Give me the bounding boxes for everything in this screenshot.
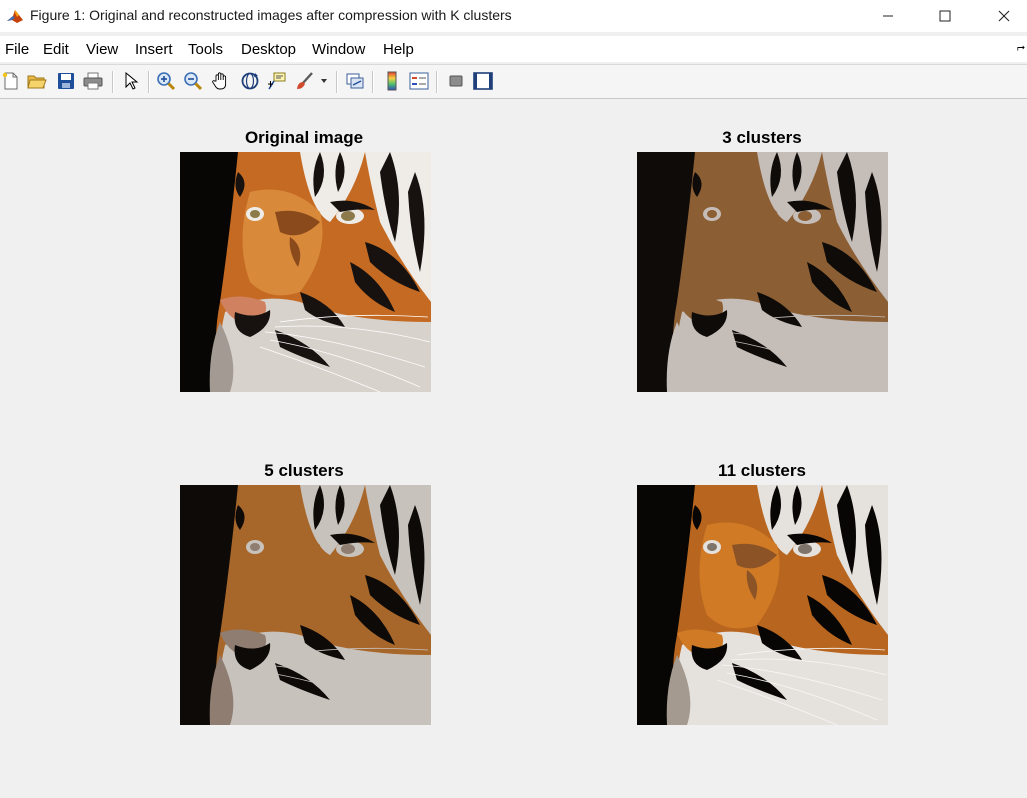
original-image[interactable] [180, 152, 431, 392]
brush-dropdown-button[interactable] [318, 70, 330, 92]
zoom-out-button[interactable] [182, 70, 204, 92]
new-figure-icon [2, 72, 18, 90]
data-cursor-icon [268, 72, 286, 90]
menu-help[interactable]: Help [383, 41, 414, 58]
menu-file[interactable]: File [5, 41, 29, 58]
menu-view[interactable]: View [86, 41, 118, 58]
toolbar-separator [372, 71, 374, 93]
brush-button[interactable] [294, 70, 316, 92]
link-plot-button[interactable] [344, 70, 366, 92]
k3-reconstructed-image[interactable] [637, 152, 888, 392]
menu-tools[interactable]: Tools [188, 41, 223, 58]
select-button[interactable] [120, 70, 142, 92]
zoom-out-icon [184, 72, 203, 91]
open-file-icon [27, 75, 47, 89]
hide-plot-tools-icon [449, 75, 463, 87]
toolbar-separator [112, 71, 114, 93]
maximize-icon [939, 10, 951, 22]
legend-icon [409, 72, 429, 90]
show-plot-tools-button[interactable] [472, 70, 494, 92]
zoom-in-button[interactable] [155, 70, 177, 92]
colorbar-button[interactable] [381, 70, 403, 92]
rotate-3d-icon [241, 72, 259, 90]
axes-title-original: Original image [244, 128, 364, 147]
menu-desktop[interactable]: Desktop [241, 41, 296, 58]
close-icon [998, 10, 1010, 22]
chevron-down-icon [321, 79, 327, 83]
rotate-3d-button[interactable] [239, 70, 261, 92]
print-icon [83, 72, 103, 90]
figure-toolbar [0, 64, 1027, 99]
hide-plot-tools-button[interactable] [445, 70, 467, 92]
k11-reconstructed-image[interactable] [637, 485, 888, 725]
menu-bar: File Edit View Insert Tools Desktop Wind… [0, 36, 1027, 62]
minimize-button[interactable] [865, 0, 911, 32]
matlab-logo-icon [6, 7, 24, 25]
show-plot-tools-icon [473, 72, 493, 90]
open-file-button[interactable] [26, 70, 48, 92]
brush-icon [297, 72, 313, 89]
select-arrow-icon [125, 72, 139, 90]
data-cursor-button[interactable] [266, 70, 288, 92]
save-button[interactable] [55, 70, 77, 92]
save-icon [58, 73, 74, 89]
axes-title-11-clusters: 11 clusters [718, 461, 806, 480]
window-title: Figure 1: Original and reconstructed ima… [30, 7, 512, 23]
pan-hand-icon [212, 72, 227, 90]
legend-button[interactable] [408, 70, 430, 92]
axes-title-3-clusters: 3 clusters [722, 128, 802, 147]
minimize-icon [883, 15, 893, 17]
toolbar-separator [436, 71, 438, 93]
toolbar-separator [336, 71, 338, 93]
close-button[interactable] [981, 0, 1027, 32]
toolbar-separator [148, 71, 150, 93]
print-button[interactable] [82, 70, 104, 92]
window-title-bar: Figure 1: Original and reconstructed ima… [0, 0, 1027, 32]
pan-button[interactable] [210, 70, 232, 92]
menu-edit[interactable]: Edit [43, 41, 69, 58]
link-plot-icon [346, 73, 364, 89]
maximize-button[interactable] [922, 0, 968, 32]
dock-arrow-icon[interactable]: ⮣ [1017, 42, 1025, 53]
new-figure-button[interactable] [0, 70, 22, 92]
menu-window[interactable]: Window [312, 41, 365, 58]
menu-insert[interactable]: Insert [135, 41, 173, 58]
k5-reconstructed-image[interactable] [180, 485, 431, 725]
axes-title-5-clusters: 5 clusters [264, 461, 344, 480]
colorbar-icon [387, 71, 397, 91]
zoom-in-icon [157, 72, 176, 91]
